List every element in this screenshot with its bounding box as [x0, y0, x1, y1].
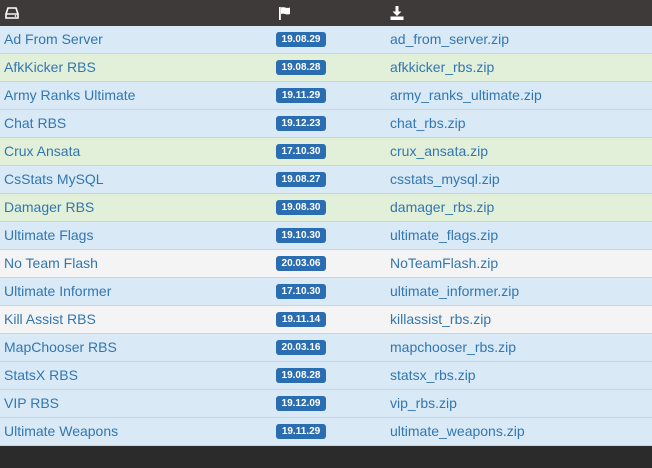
table-row: CsStats MySQL 19.08.27 csstats_mysql.zip — [0, 166, 652, 194]
plugin-name-link[interactable]: CsStats MySQL — [4, 171, 104, 187]
plugin-name-link[interactable]: Chat RBS — [4, 115, 66, 131]
download-file-link[interactable]: damager_rbs.zip — [390, 199, 494, 215]
download-file-link[interactable]: ultimate_weapons.zip — [390, 423, 525, 439]
table-row: Damager RBS 19.08.30 damager_rbs.zip — [0, 194, 652, 222]
table-row: StatsX RBS 19.08.28 statsx_rbs.zip — [0, 362, 652, 390]
date-badge: 19.10.30 — [276, 228, 326, 243]
plugin-name-link[interactable]: MapChooser RBS — [4, 339, 117, 355]
table-row: Kill Assist RBS 19.11.14 killassist_rbs.zi… — [0, 306, 652, 334]
plugin-name-link[interactable]: Ultimate Informer — [4, 283, 111, 299]
download-file-link[interactable]: afkkicker_rbs.zip — [390, 59, 494, 75]
download-file-link[interactable]: killassist_rbs.zip — [390, 311, 491, 327]
table-row: Ultimate Flags 19.10.30 ultimate_flags.zip — [0, 222, 652, 250]
date-badge: 19.11.29 — [276, 424, 326, 439]
date-badge: 19.08.29 — [276, 32, 326, 47]
table-row: No Team Flash 20.03.06 NoTeamFlash.zip — [0, 250, 652, 278]
download-file-link[interactable]: ultimate_flags.zip — [390, 227, 498, 243]
date-badge: 20.03.16 — [276, 340, 326, 355]
table-header — [0, 0, 652, 26]
date-badge: 19.12.23 — [276, 116, 326, 131]
date-badge: 19.08.30 — [276, 200, 326, 215]
date-badge: 19.11.14 — [276, 312, 326, 327]
date-badge: 20.03.06 — [276, 256, 326, 271]
table-row: Crux Ansata 17.10.30 crux_ansata.zip — [0, 138, 652, 166]
table-row: Ad From Server 19.08.29 ad_from_server.zip — [0, 26, 652, 54]
download-file-link[interactable]: army_ranks_ultimate.zip — [390, 87, 542, 103]
table-row: Ultimate Weapons 19.11.29 ultimate_weapons… — [0, 418, 652, 446]
download-file-link[interactable]: crux_ansata.zip — [390, 143, 488, 159]
download-file-link[interactable]: statsx_rbs.zip — [390, 367, 476, 383]
plugin-name-link[interactable]: VIP RBS — [4, 395, 59, 411]
table-row: MapChooser RBS 20.03.16 mapchooser_rbs.zip — [0, 334, 652, 362]
plugin-name-link[interactable]: Ultimate Flags — [4, 227, 93, 243]
date-badge: 17.10.30 — [276, 284, 326, 299]
download-file-link[interactable]: mapchooser_rbs.zip — [390, 339, 516, 355]
download-file-link[interactable]: ultimate_informer.zip — [390, 283, 519, 299]
table-row: Chat RBS 19.12.23 chat_rbs.zip — [0, 110, 652, 138]
plugin-name-link[interactable]: Army Ranks Ultimate — [4, 87, 135, 103]
plugin-name-link[interactable]: No Team Flash — [4, 255, 98, 271]
download-file-link[interactable]: chat_rbs.zip — [390, 115, 465, 131]
plugin-list: Ad From Server 19.08.29 ad_from_server.zip… — [0, 26, 652, 446]
date-badge: 19.12.09 — [276, 396, 326, 411]
date-badge: 19.08.27 — [276, 172, 326, 187]
plugin-name-link[interactable]: Kill Assist RBS — [4, 311, 96, 327]
table-row: VIP RBS 19.12.09 vip_rbs.zip — [0, 390, 652, 418]
plugin-name-link[interactable]: Ultimate Weapons — [4, 423, 118, 439]
table-row: AfkKicker RBS 19.08.28 afkkicker_rbs.zip — [0, 54, 652, 82]
plugin-name-link[interactable]: Crux Ansata — [4, 143, 80, 159]
table-row: Army Ranks Ultimate 19.11.29 army_ranks_ul… — [0, 82, 652, 110]
plugin-name-link[interactable]: StatsX RBS — [4, 367, 78, 383]
date-badge: 17.10.30 — [276, 144, 326, 159]
plugin-name-link[interactable]: AfkKicker RBS — [4, 59, 96, 75]
page-footer — [0, 446, 652, 460]
plugin-name-link[interactable]: Damager RBS — [4, 199, 94, 215]
date-badge: 19.11.29 — [276, 88, 326, 103]
download-file-link[interactable]: ad_from_server.zip — [390, 31, 509, 47]
download-file-link[interactable]: vip_rbs.zip — [390, 395, 457, 411]
drive-icon — [4, 5, 20, 21]
download-file-link[interactable]: csstats_mysql.zip — [390, 171, 500, 187]
flag-icon — [277, 5, 293, 21]
plugin-name-link[interactable]: Ad From Server — [4, 31, 103, 47]
download-file-link[interactable]: NoTeamFlash.zip — [390, 255, 498, 271]
date-badge: 19.08.28 — [276, 60, 326, 75]
download-icon — [389, 5, 405, 21]
table-row: Ultimate Informer 17.10.30 ultimate_inform… — [0, 278, 652, 306]
date-badge: 19.08.28 — [276, 368, 326, 383]
